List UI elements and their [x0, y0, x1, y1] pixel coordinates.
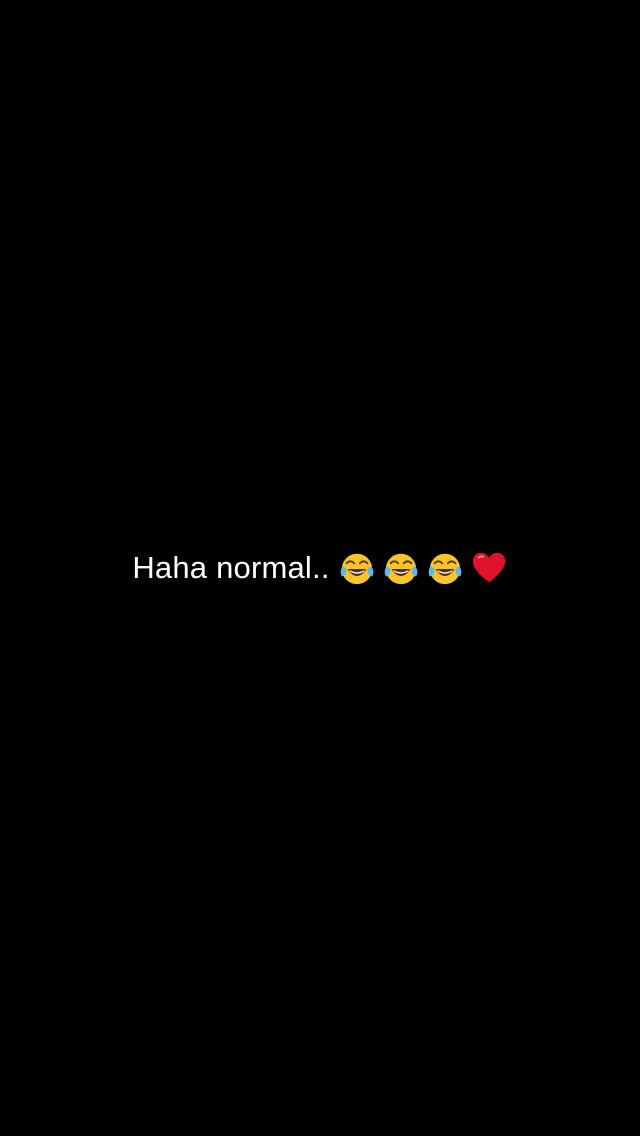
caption-bar: Haha normal..: [0, 545, 640, 591]
face-with-tears-of-joy-icon: [382, 549, 420, 587]
caption-text: Haha normal..: [132, 550, 330, 585]
face-with-tears-of-joy-icon: [426, 549, 464, 587]
red-heart-icon: [470, 549, 508, 587]
face-with-tears-of-joy-icon: [338, 549, 376, 587]
snap-screen[interactable]: Haha normal..: [0, 0, 640, 1136]
